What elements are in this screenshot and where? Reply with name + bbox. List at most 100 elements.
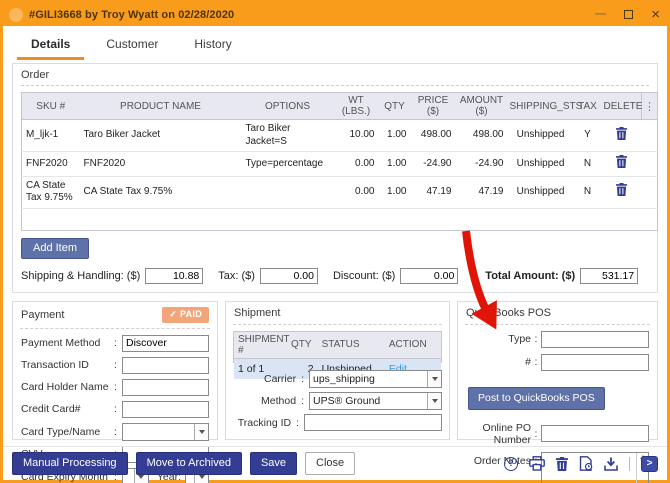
transaction-id-label: Transaction ID bbox=[21, 359, 114, 371]
download-button[interactable] bbox=[604, 457, 618, 471]
col-options: OPTIONS bbox=[242, 93, 334, 120]
carrier-label: Carrier bbox=[264, 373, 296, 385]
qb-type-input[interactable] bbox=[541, 331, 649, 348]
col-weight: WT (LBS.) bbox=[334, 93, 379, 120]
delete-row-button[interactable] bbox=[616, 155, 627, 168]
payment-method-label: Payment Method bbox=[21, 337, 114, 349]
download-icon bbox=[604, 457, 618, 471]
window-title: #GILI3668 by Troy Wyatt on 02/28/2020 bbox=[29, 9, 234, 21]
footer-bar: Manual Processing Move to Archived Save … bbox=[3, 446, 667, 480]
cell-sku: CA State Tax 9.75% bbox=[22, 176, 80, 208]
cell-options bbox=[242, 176, 334, 208]
document-history-button[interactable] bbox=[579, 456, 593, 471]
cell-amount: 47.19 bbox=[456, 176, 508, 208]
shipping-handling-input[interactable] bbox=[145, 268, 203, 284]
col-shipment-status: STATUS bbox=[318, 332, 385, 359]
cell-qty: 1.00 bbox=[379, 176, 411, 208]
trash-icon bbox=[616, 127, 627, 140]
trash-icon bbox=[616, 155, 627, 168]
cell-tax: Y bbox=[574, 120, 602, 152]
printer-icon bbox=[529, 456, 545, 471]
lower-panels: Payment ✓ PAID Payment Method : Transact… bbox=[12, 301, 658, 441]
cell-amount: -24.90 bbox=[456, 152, 508, 177]
payment-section: Payment ✓ PAID Payment Method : Transact… bbox=[12, 301, 218, 441]
credit-card-input[interactable] bbox=[122, 401, 209, 418]
table-row: FNF2020 FNF2020 Type=percentage 0.00 1.0… bbox=[22, 152, 658, 177]
tab-history[interactable]: History bbox=[180, 32, 245, 60]
cell-shipping-status: Unshipped bbox=[508, 120, 574, 152]
order-section: Order SKU # PRODUCT NAME OPTIONS WT (LBS… bbox=[12, 63, 658, 293]
transaction-id-input[interactable] bbox=[122, 357, 209, 374]
help-button[interactable]: ? bbox=[504, 457, 518, 471]
close-dialog-button[interactable]: Close bbox=[305, 452, 355, 475]
qb-type-label: Type bbox=[466, 333, 531, 345]
cell-shipping-status: Unshipped bbox=[508, 176, 574, 208]
save-button[interactable]: Save bbox=[250, 452, 297, 475]
order-items-table: SKU # PRODUCT NAME OPTIONS WT (LBS.) QTY… bbox=[21, 92, 658, 231]
cell-options: Type=percentage bbox=[242, 152, 334, 177]
order-section-title: Order bbox=[21, 69, 649, 81]
move-to-archived-button[interactable]: Move to Archived bbox=[136, 452, 242, 475]
total-amount-input[interactable] bbox=[580, 268, 638, 284]
tab-bar: Details Customer History bbox=[3, 26, 667, 60]
col-qty: QTY bbox=[379, 93, 411, 120]
order-table-header-row: SKU # PRODUCT NAME OPTIONS WT (LBS.) QTY… bbox=[22, 93, 658, 120]
shipping-method-select[interactable]: UPS® Ground bbox=[309, 392, 442, 410]
next-page-button[interactable]: > bbox=[641, 456, 658, 472]
divider bbox=[20, 328, 210, 329]
shipment-section: Shipment SHIPMENT # QTY STATUS ACTION bbox=[225, 301, 450, 441]
cell-product: FNF2020 bbox=[80, 152, 242, 177]
tab-customer[interactable]: Customer bbox=[92, 32, 172, 60]
cell-weight: 0.00 bbox=[334, 176, 379, 208]
col-shipment-action: ACTION bbox=[385, 332, 441, 359]
question-icon: ? bbox=[504, 457, 518, 471]
column-menu-icon[interactable]: ⋮ bbox=[642, 93, 658, 120]
minimize-button[interactable]: — bbox=[595, 9, 606, 20]
payment-section-title: Payment bbox=[21, 309, 64, 321]
maximize-button[interactable] bbox=[624, 8, 633, 21]
print-button[interactable] bbox=[529, 456, 545, 471]
cell-tax: N bbox=[574, 152, 602, 177]
tracking-id-input[interactable] bbox=[304, 414, 442, 431]
title-bar: #GILI3668 by Troy Wyatt on 02/28/2020 — … bbox=[3, 3, 667, 26]
col-tax: TAX bbox=[574, 93, 602, 120]
cell-options: Taro Biker Jacket=S bbox=[242, 120, 334, 152]
close-button[interactable]: × bbox=[651, 7, 660, 22]
quickbooks-pos-section: QuickBooks POS Type : # : Post to QuickB… bbox=[457, 301, 658, 441]
carrier-select[interactable]: ups_shipping bbox=[309, 370, 442, 388]
total-amount-label: Total Amount: ($) bbox=[485, 270, 575, 282]
col-shipment-number: SHIPMENT # bbox=[234, 332, 287, 359]
delete-row-button[interactable] bbox=[616, 127, 627, 140]
tab-details[interactable]: Details bbox=[17, 32, 84, 60]
post-to-quickbooks-button[interactable]: Post to QuickBooks POS bbox=[468, 387, 605, 410]
chevron-down-icon bbox=[194, 424, 208, 440]
credit-card-label: Credit Card# bbox=[21, 403, 114, 415]
tracking-id-label: Tracking ID bbox=[238, 417, 291, 429]
cell-sku: M_ljk-1 bbox=[22, 120, 80, 152]
delete-row-button[interactable] bbox=[616, 183, 627, 196]
divider bbox=[629, 457, 630, 471]
card-type-select[interactable] bbox=[122, 423, 209, 441]
tax-input[interactable] bbox=[260, 268, 318, 284]
col-product-name: PRODUCT NAME bbox=[80, 93, 242, 120]
cell-price: 498.00 bbox=[411, 120, 456, 152]
trash-icon bbox=[616, 183, 627, 196]
manual-processing-button[interactable]: Manual Processing bbox=[12, 452, 128, 475]
cell-price: 47.19 bbox=[411, 176, 456, 208]
delete-button[interactable] bbox=[556, 457, 568, 471]
maximize-icon bbox=[624, 10, 633, 19]
qb-number-input[interactable] bbox=[541, 354, 649, 371]
cell-sku: FNF2020 bbox=[22, 152, 80, 177]
discount-input[interactable] bbox=[400, 268, 458, 284]
add-item-button[interactable]: Add Item bbox=[21, 238, 89, 259]
col-sku: SKU # bbox=[22, 93, 80, 120]
cell-weight: 10.00 bbox=[334, 120, 379, 152]
col-price: PRICE ($) bbox=[411, 93, 456, 120]
card-holder-name-input[interactable] bbox=[122, 379, 209, 396]
divider bbox=[21, 85, 649, 86]
payment-method-input[interactable] bbox=[122, 335, 209, 352]
col-shipping-status: SHIPPING_STS bbox=[508, 93, 574, 120]
qb-number-label: # bbox=[466, 356, 531, 368]
dialog-screen: #GILI3668 by Troy Wyatt on 02/28/2020 — … bbox=[0, 0, 670, 483]
online-po-number-input[interactable] bbox=[541, 425, 649, 442]
